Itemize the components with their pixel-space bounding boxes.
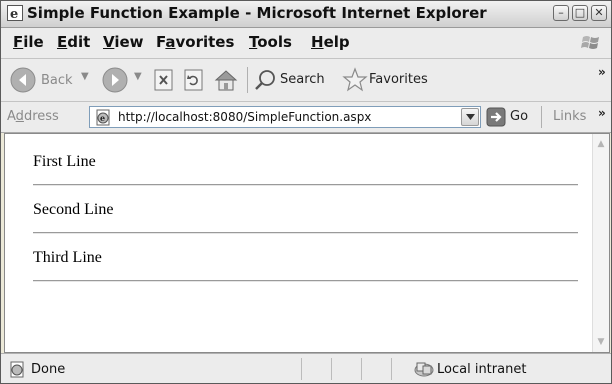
home-icon[interactable] (213, 67, 239, 93)
links-overflow-icon[interactable]: » (598, 106, 606, 120)
page-icon: e (96, 109, 110, 126)
browser-window: e Simple Function Example - Microsoft In… (0, 0, 612, 384)
menu-favorites[interactable]: Favorites (156, 33, 234, 51)
line-text: Third Line (33, 249, 102, 266)
go-arrow-icon[interactable] (486, 107, 506, 127)
status-bar: Done Local intranet (1, 353, 611, 383)
vertical-scrollbar[interactable]: ▲ ▼ (592, 134, 609, 352)
menu-edit[interactable]: Edit (57, 33, 90, 51)
go-button[interactable]: Go (510, 109, 528, 124)
address-bar: Address e http://localhost:8080/SimpleFu… (1, 102, 611, 133)
address-separator (541, 106, 542, 128)
status-pane (331, 358, 361, 380)
ie-icon: e (7, 5, 23, 21)
address-input[interactable]: e http://localhost:8080/SimpleFunction.a… (89, 106, 481, 128)
back-dropdown-icon[interactable]: ▼ (81, 71, 89, 82)
links-button[interactable]: Links (553, 109, 586, 124)
status-pane (301, 358, 331, 380)
windows-logo-icon (581, 36, 599, 49)
forward-dropdown-icon[interactable]: ▼ (134, 71, 142, 82)
search-icon[interactable] (253, 68, 277, 92)
favorites-button[interactable]: Favorites (369, 72, 428, 87)
page-content: First Line Second Line Third Line (19, 142, 579, 286)
line-text: First Line (33, 153, 96, 170)
menu-tools[interactable]: Tools (249, 33, 292, 51)
address-label: Address (7, 109, 59, 124)
chevron-down-icon (466, 114, 475, 120)
menu-file[interactable]: File (13, 33, 44, 51)
refresh-icon[interactable] (183, 69, 205, 91)
list-item: First Line (19, 142, 579, 190)
zone-text: Local intranet (437, 362, 527, 377)
window-title: Simple Function Example - Microsoft Inte… (27, 4, 487, 22)
scroll-down-icon[interactable]: ▼ (594, 334, 608, 350)
list-item: Second Line (19, 190, 579, 238)
svg-text:e: e (10, 7, 18, 21)
menu-help[interactable]: Help (311, 33, 350, 51)
scroll-up-icon[interactable]: ▲ (594, 136, 608, 152)
horizontal-rule (33, 280, 578, 282)
toolbar-separator (247, 67, 248, 93)
status-pane (361, 358, 391, 380)
horizontal-rule (33, 184, 578, 186)
toolbar-overflow-icon[interactable]: » (598, 65, 606, 79)
list-item: Third Line (19, 238, 579, 286)
page-icon (10, 361, 24, 378)
intranet-icon (414, 362, 434, 377)
address-dropdown-button[interactable] (461, 108, 479, 126)
minimize-button[interactable]: – (553, 5, 569, 21)
svg-text:e: e (100, 113, 105, 123)
stop-icon[interactable] (153, 69, 175, 91)
menu-view[interactable]: View (103, 33, 144, 51)
page-viewport: First Line Second Line Third Line ▲ ▼ (4, 133, 610, 353)
forward-icon[interactable] (101, 66, 129, 94)
maximize-button[interactable]: □ (572, 5, 588, 21)
menu-bar: File Edit View Favorites Tools Help (1, 28, 611, 59)
back-label[interactable]: Back (41, 73, 73, 88)
title-bar: e Simple Function Example - Microsoft In… (1, 1, 611, 28)
close-button[interactable]: ✕ (591, 5, 607, 21)
address-url: http://localhost:8080/SimpleFunction.asp… (118, 110, 372, 124)
horizontal-rule (33, 232, 578, 234)
search-button[interactable]: Search (280, 72, 325, 87)
status-text: Done (31, 362, 66, 377)
line-text: Second Line (33, 201, 114, 218)
back-icon[interactable] (9, 66, 37, 94)
standard-toolbar: Back ▼ ▼ Search Favorites » (1, 59, 611, 102)
favorites-star-icon[interactable] (341, 66, 369, 94)
